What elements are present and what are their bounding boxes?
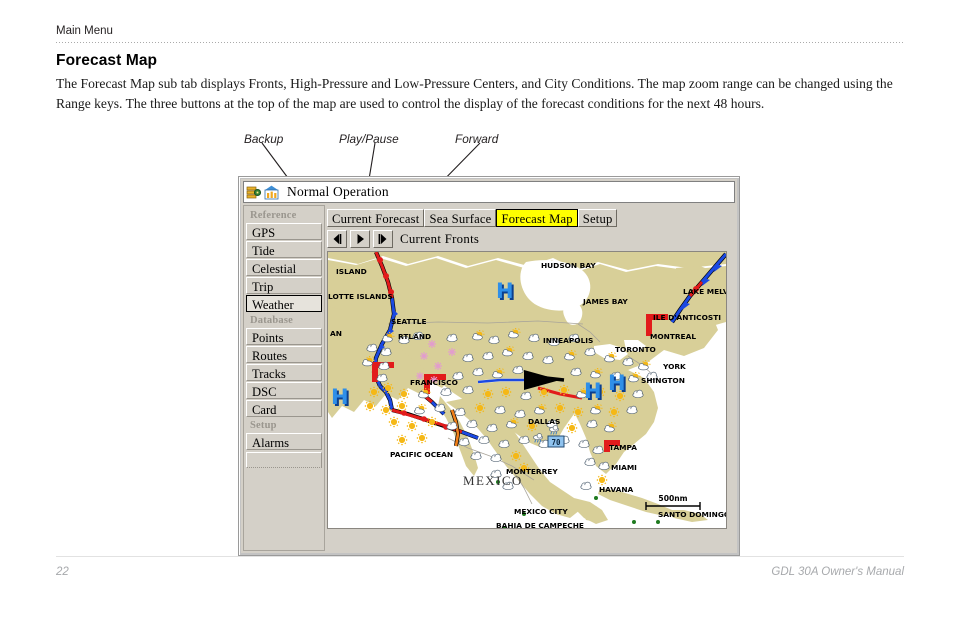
page-title: Forecast Map: [56, 52, 158, 69]
device-sidebar: Reference GPS Tide Celestial Trip Weathe…: [243, 205, 325, 551]
svg-text:JAMES BAY: JAMES BAY: [582, 297, 628, 306]
callout-label-backup: Backup: [244, 132, 284, 146]
sidebar-item-tide[interactable]: Tide: [246, 241, 322, 258]
signal-bars-icon: [264, 185, 280, 200]
svg-text:H: H: [584, 379, 602, 403]
svg-text:TAMPA: TAMPA: [609, 443, 637, 452]
manual-name: GDL 30A Owner's Manual: [771, 566, 904, 578]
svg-text:TORONTO: TORONTO: [615, 345, 656, 354]
svg-text:ILE D'ANTICOSTI: ILE D'ANTICOSTI: [653, 313, 721, 322]
sidebar-item-trip[interactable]: Trip: [246, 277, 322, 294]
forecast-map-canvas[interactable]: 70 H H H H H H H H ISLAND LOTTE ISLANDS …: [327, 251, 727, 529]
map-toolbar-title: Current Fronts: [400, 231, 480, 246]
sidebar-item-dsc[interactable]: DSC: [246, 382, 322, 399]
svg-text:MONTREAL: MONTREAL: [650, 332, 696, 341]
svg-text:YORK: YORK: [662, 362, 686, 371]
sidebar-item-points[interactable]: Points: [246, 328, 322, 345]
section-body-text: The Forecast Map sub tab displays Fronts…: [56, 76, 893, 111]
svg-text:SHINGTON: SHINGTON: [641, 376, 685, 385]
svg-text:MEXICO: MEXICO: [463, 473, 523, 488]
breadcrumb: Main Menu: [56, 25, 113, 37]
svg-text:FRANCISCO: FRANCISCO: [410, 378, 458, 387]
svg-text:H: H: [496, 279, 514, 303]
sidebar-group-reference: Reference: [250, 210, 297, 221]
tab-sea-surface[interactable]: Sea Surface: [424, 209, 497, 227]
device-content-pane: Current Forecast Sea Surface Forecast Ma…: [327, 205, 735, 551]
svg-text:MEXICO CITY: MEXICO CITY: [514, 507, 568, 516]
sidebar-item-routes[interactable]: Routes: [246, 346, 322, 363]
tab-setup[interactable]: Setup: [577, 209, 618, 227]
sidebar-item-gps[interactable]: GPS: [246, 223, 322, 240]
svg-text:RTLAND: RTLAND: [398, 332, 431, 341]
sidebar-item-alarms[interactable]: Alarms: [246, 433, 322, 450]
play-icon: [357, 234, 364, 244]
sidebar-item-card[interactable]: Card: [246, 400, 322, 417]
sidebar-item-celestial[interactable]: Celestial: [246, 259, 322, 276]
map-toolbar: Current Fronts: [327, 229, 479, 249]
svg-text:ISLAND: ISLAND: [336, 267, 367, 276]
satellite-stack-icon: [246, 185, 262, 200]
svg-text:AN: AN: [330, 329, 342, 338]
footer-divider: [56, 556, 904, 557]
header-divider: [56, 42, 904, 43]
svg-text:500nm: 500nm: [658, 494, 687, 503]
svg-text:70: 70: [551, 438, 561, 447]
map-graphic: 70 H H H H H H H H ISLAND LOTTE ISLANDS …: [328, 252, 726, 528]
svg-text:MIAMI: MIAMI: [611, 463, 637, 472]
sidebar-item-tracks[interactable]: Tracks: [246, 364, 322, 381]
forward-button[interactable]: [373, 230, 393, 248]
svg-text:LOTTE ISLANDS: LOTTE ISLANDS: [328, 292, 393, 301]
svg-text:LAKE MELVI: LAKE MELVI: [683, 287, 726, 296]
svg-text:SANTO DOMINGO: SANTO DOMINGO: [658, 510, 726, 519]
svg-text:INNEAPOLIS: INNEAPOLIS: [543, 336, 593, 345]
svg-text:SEATTLE: SEATTLE: [391, 317, 427, 326]
page-header: Main Menu: [56, 24, 904, 38]
svg-text:PACIFIC OCEAN: PACIFIC OCEAN: [390, 450, 453, 459]
svg-text:H: H: [608, 371, 626, 395]
device-title-text: Normal Operation: [287, 184, 389, 199]
tab-current-forecast[interactable]: Current Forecast: [327, 209, 425, 227]
tab-forecast-map[interactable]: Forecast Map: [496, 209, 578, 227]
tab-bar: Current Forecast Sea Surface Forecast Ma…: [327, 207, 618, 227]
svg-text:HAVANA: HAVANA: [599, 485, 634, 494]
sidebar-group-database: Database: [250, 315, 294, 326]
svg-text:H: H: [331, 385, 349, 409]
svg-text:HUDSON BAY: HUDSON BAY: [541, 261, 596, 270]
svg-text:BAHIA DE CAMPECHE: BAHIA DE CAMPECHE: [496, 521, 584, 528]
backup-button[interactable]: [327, 230, 347, 248]
device-inner-panel: Normal Operation Reference GPS Tide Cele…: [241, 179, 737, 553]
sidebar-group-setup: Setup: [250, 420, 277, 431]
callout-label-forward: Forward: [455, 132, 499, 146]
svg-text:DALLAS: DALLAS: [528, 417, 560, 426]
callout-label-play-pause: Play/Pause: [339, 132, 399, 146]
step-forward-icon: [378, 234, 387, 244]
sidebar-item-weather[interactable]: Weather: [246, 295, 322, 312]
device-titlebar: Normal Operation: [243, 181, 735, 203]
device-screenshot-window: Normal Operation Reference GPS Tide Cele…: [238, 176, 740, 556]
sidebar-bottom-spacer: [246, 452, 322, 468]
step-backward-icon: [333, 234, 342, 244]
page-number: 22: [56, 566, 69, 578]
titlebar-icon-group: [244, 185, 280, 200]
play-pause-button[interactable]: [350, 230, 370, 248]
